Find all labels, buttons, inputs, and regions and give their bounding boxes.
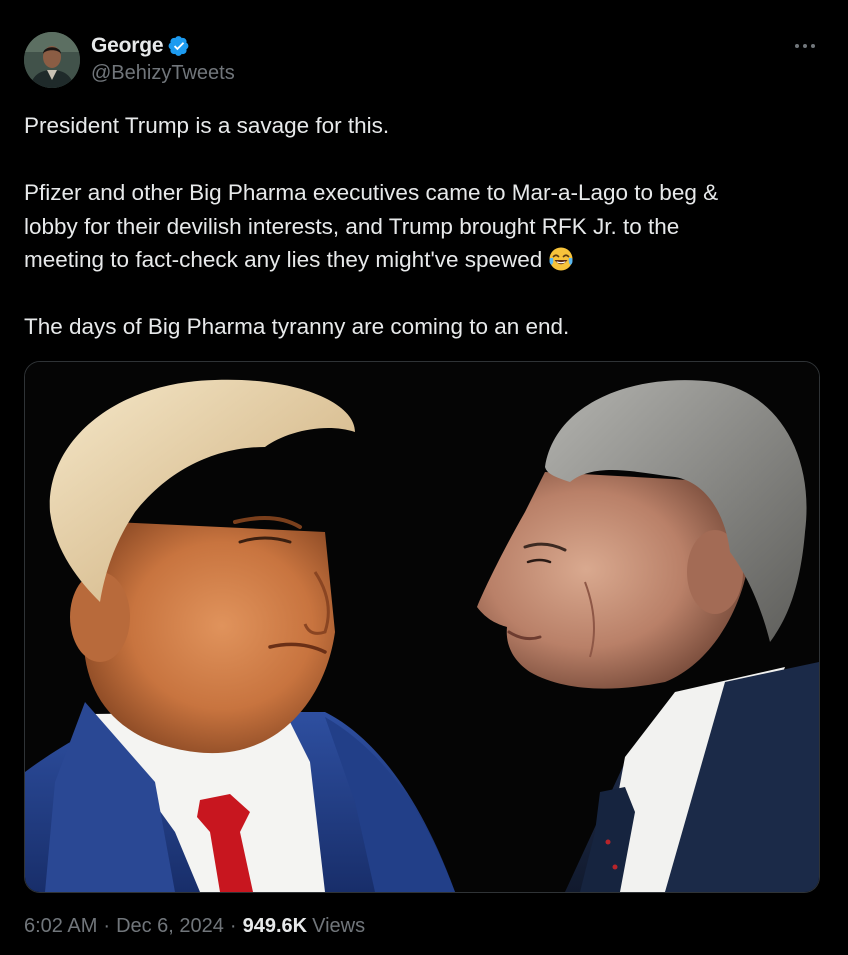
tweet-line-with-emoji: meeting to fact-check any lies they migh… — [24, 243, 814, 277]
views-count: 949.6K — [242, 915, 308, 937]
tweet-photo[interactable] — [24, 361, 820, 893]
more-options-button[interactable] — [790, 36, 820, 56]
tweet-line: lobby for their devilish interests, and … — [24, 213, 680, 239]
verified-badge-icon[interactable] — [168, 35, 190, 57]
author-display-name[interactable]: George — [91, 34, 164, 58]
tweet-text: President Trump is a savage for this. Pf… — [24, 109, 814, 344]
tweet-line: Pfizer and other Big Pharma executives c… — [24, 180, 719, 205]
author-avatar[interactable] — [24, 32, 80, 88]
tweet-meta: 6:02 AM · Dec 6, 2024 · 949.6K Views — [24, 915, 365, 938]
author-name-row: George — [91, 33, 190, 59]
avatar-photo — [24, 32, 80, 88]
tweet-date: Dec 6, 2024 — [116, 915, 224, 937]
photo-two-men-facing-icon — [25, 362, 819, 892]
author-handle[interactable]: @BehizyTweets — [91, 62, 235, 85]
meta-separator: · — [103, 915, 111, 937]
views-link[interactable]: 949.6K Views — [243, 915, 366, 938]
tweet-line-text: meeting to fact-check any lies they migh… — [24, 247, 543, 272]
tweet-time: 6:02 AM — [24, 915, 98, 937]
face-with-tears-of-joy-icon — [548, 246, 574, 272]
tweet-timestamp[interactable]: 6:02 AM · Dec 6, 2024 — [24, 915, 224, 938]
tweet: George @BehizyTweets President Trump is … — [0, 0, 848, 955]
meta-separator: · — [229, 915, 237, 937]
views-label: Views — [312, 915, 366, 937]
tweet-line: President Trump is a savage for this. — [24, 113, 390, 138]
tweet-line: The days of Big Pharma tyranny are comin… — [24, 314, 570, 339]
more-horizontal-icon — [795, 44, 815, 48]
